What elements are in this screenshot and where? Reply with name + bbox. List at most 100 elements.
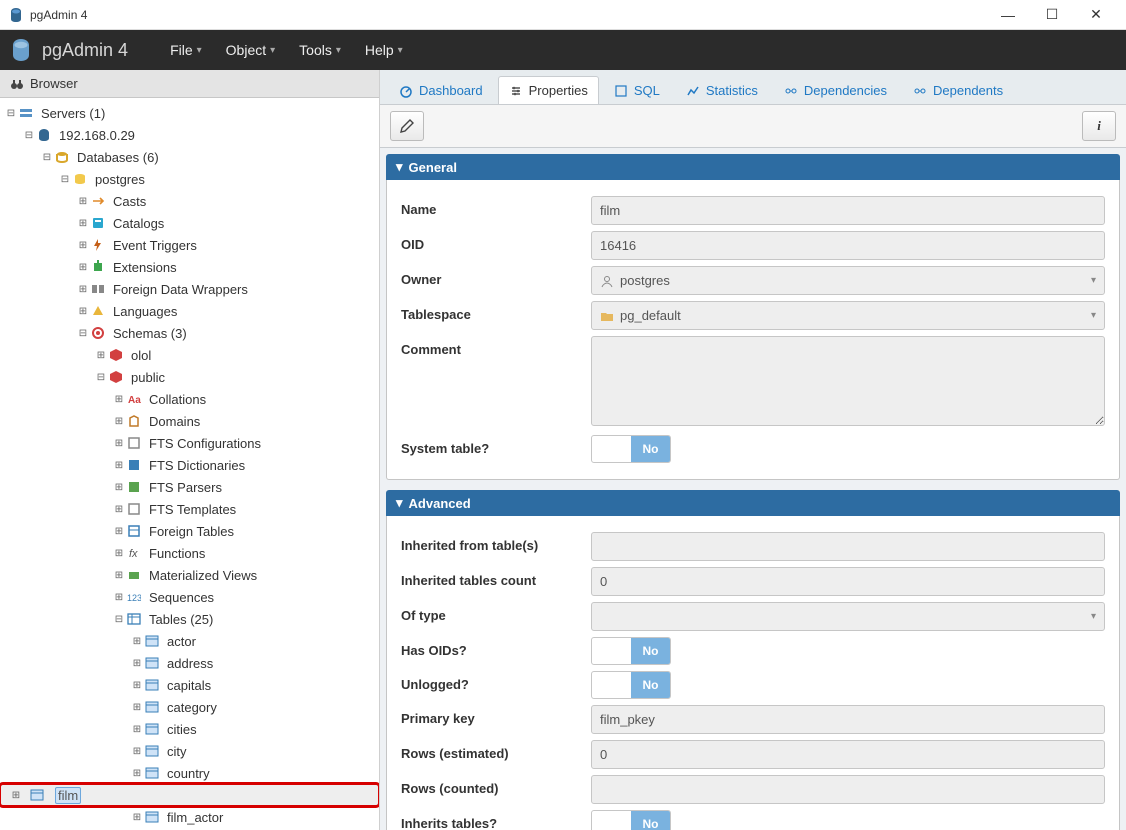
tree-collations[interactable]: ⊞AaCollations: [0, 388, 379, 410]
tree-table-country[interactable]: ⊞country: [0, 762, 379, 784]
browser-label: Browser: [30, 76, 78, 91]
tab-statistics[interactable]: Statistics: [675, 76, 769, 104]
group-advanced-header[interactable]: ▾Advanced: [386, 490, 1120, 516]
tab-sql[interactable]: SQL: [603, 76, 671, 104]
group-general-header[interactable]: ▾General: [386, 154, 1120, 180]
tree-schemas[interactable]: ⊟Schemas (3): [0, 322, 379, 344]
brand-name: pgAdmin 4: [42, 40, 128, 61]
tree-fts-parsers[interactable]: ⊞FTS Parsers: [0, 476, 379, 498]
maximize-button[interactable]: ☐: [1030, 1, 1074, 29]
field-of-type[interactable]: ▾: [591, 602, 1105, 631]
tree-server-1[interactable]: ⊟192.168.0.29: [0, 124, 379, 146]
menu-tools[interactable]: Tools▾: [287, 42, 353, 58]
elephant-icon: [36, 127, 52, 143]
extensions-icon: [90, 259, 106, 275]
field-inherited-from: [591, 532, 1105, 561]
table-icon: [144, 721, 160, 737]
table-icon: [144, 677, 160, 693]
table-icon: [29, 787, 45, 803]
tree-languages[interactable]: ⊞Languages: [0, 300, 379, 322]
folder-icon: [600, 309, 614, 323]
toggle-system-table[interactable]: No: [591, 435, 671, 463]
tab-dependents[interactable]: Dependents: [902, 76, 1014, 104]
edit-button[interactable]: [390, 111, 424, 141]
tab-properties[interactable]: Properties: [498, 76, 599, 104]
toggle-inherits-tables[interactable]: No: [591, 810, 671, 830]
close-button[interactable]: ✕: [1074, 1, 1118, 29]
tree-casts[interactable]: ⊞Casts: [0, 190, 379, 212]
group-general-body: Namefilm OID16416 Ownerpostgres▾ Tablesp…: [386, 180, 1120, 480]
fts-tmpl-icon: [126, 501, 142, 517]
field-rows-cnt: [591, 775, 1105, 804]
mat-views-icon: [126, 567, 142, 583]
tree-table-capitals[interactable]: ⊞capitals: [0, 674, 379, 696]
tree-table-film[interactable]: ⊞film: [0, 784, 379, 806]
svg-text:123: 123: [127, 593, 141, 603]
tab-dependencies[interactable]: Dependencies: [773, 76, 898, 104]
field-name[interactable]: film: [591, 196, 1105, 225]
menubar: pgAdmin 4 File▾ Object▾ Tools▾ Help▾: [0, 30, 1126, 70]
tree-table-category[interactable]: ⊞category: [0, 696, 379, 718]
db-icon: [72, 171, 88, 187]
fdw-icon: [90, 281, 106, 297]
table-icon: [144, 655, 160, 671]
sql-icon: [614, 84, 628, 98]
tree-fts-conf[interactable]: ⊞FTS Configurations: [0, 432, 379, 454]
fts-conf-icon: [126, 435, 142, 451]
toggle-has-oids[interactable]: No: [591, 637, 671, 665]
tree-servers[interactable]: ⊟Servers (1): [0, 102, 379, 124]
field-comment[interactable]: [591, 336, 1105, 426]
tree-fts-tmpl[interactable]: ⊞FTS Templates: [0, 498, 379, 520]
schemas-icon: [90, 325, 106, 341]
tree-foreign-tables[interactable]: ⊞Foreign Tables: [0, 520, 379, 542]
tree-table-address[interactable]: ⊞address: [0, 652, 379, 674]
tree-event-triggers[interactable]: ⊞Event Triggers: [0, 234, 379, 256]
functions-icon: fx: [126, 545, 142, 561]
tree-schema-public[interactable]: ⊟public: [0, 366, 379, 388]
menu-object[interactable]: Object▾: [214, 42, 288, 58]
schema-icon: [108, 347, 124, 363]
properties-icon: [509, 84, 523, 98]
tree-table-film-actor[interactable]: ⊞film_actor: [0, 806, 379, 828]
brand: pgAdmin 4: [8, 37, 128, 63]
tree-table-cities[interactable]: ⊞cities: [0, 718, 379, 740]
menu-help[interactable]: Help▾: [353, 42, 415, 58]
tree[interactable]: ⊟Servers (1) ⊟192.168.0.29 ⊟Databases (6…: [0, 98, 379, 830]
label-of-type: Of type: [401, 602, 591, 623]
field-owner[interactable]: postgres▾: [591, 266, 1105, 295]
chevron-down-icon: ▾: [396, 159, 403, 175]
tree-fts-dict[interactable]: ⊞FTS Dictionaries: [0, 454, 379, 476]
tree-db-postgres[interactable]: ⊟postgres: [0, 168, 379, 190]
app-icon: [8, 7, 24, 23]
field-primary-key: film_pkey: [591, 705, 1105, 734]
user-icon: [600, 274, 614, 288]
table-icon: [144, 699, 160, 715]
tree-extensions[interactable]: ⊞Extensions: [0, 256, 379, 278]
tree-sequences[interactable]: ⊞123Sequences: [0, 586, 379, 608]
menu-file[interactable]: File▾: [158, 42, 214, 58]
tree-table-actor[interactable]: ⊞actor: [0, 630, 379, 652]
tab-dashboard[interactable]: Dashboard: [388, 76, 494, 104]
dependents-icon: [913, 84, 927, 98]
label-oid: OID: [401, 231, 591, 252]
tree-databases[interactable]: ⊟Databases (6): [0, 146, 379, 168]
tree-tables[interactable]: ⊟Tables (25): [0, 608, 379, 630]
tree-mat-views[interactable]: ⊞Materialized Views: [0, 564, 379, 586]
field-inherited-count: 0: [591, 567, 1105, 596]
triggers-icon: [90, 237, 106, 253]
tree-fdw[interactable]: ⊞Foreign Data Wrappers: [0, 278, 379, 300]
field-oid: 16416: [591, 231, 1105, 260]
tabs: Dashboard Properties SQL Statistics Depe…: [380, 70, 1126, 105]
tree-schema-olol[interactable]: ⊞olol: [0, 344, 379, 366]
properties-body[interactable]: ▾General Namefilm OID16416 Ownerpostgres…: [380, 148, 1126, 830]
info-button[interactable]: i: [1082, 111, 1116, 141]
field-tablespace[interactable]: pg_default▾: [591, 301, 1105, 330]
tree-table-city[interactable]: ⊞city: [0, 740, 379, 762]
tree-domains[interactable]: ⊞Domains: [0, 410, 379, 432]
minimize-button[interactable]: —: [986, 1, 1030, 29]
label-comment: Comment: [401, 336, 591, 357]
tree-catalogs[interactable]: ⊞Catalogs: [0, 212, 379, 234]
toggle-unlogged[interactable]: No: [591, 671, 671, 699]
tree-functions[interactable]: ⊞fxFunctions: [0, 542, 379, 564]
label-has-oids: Has OIDs?: [401, 637, 591, 658]
